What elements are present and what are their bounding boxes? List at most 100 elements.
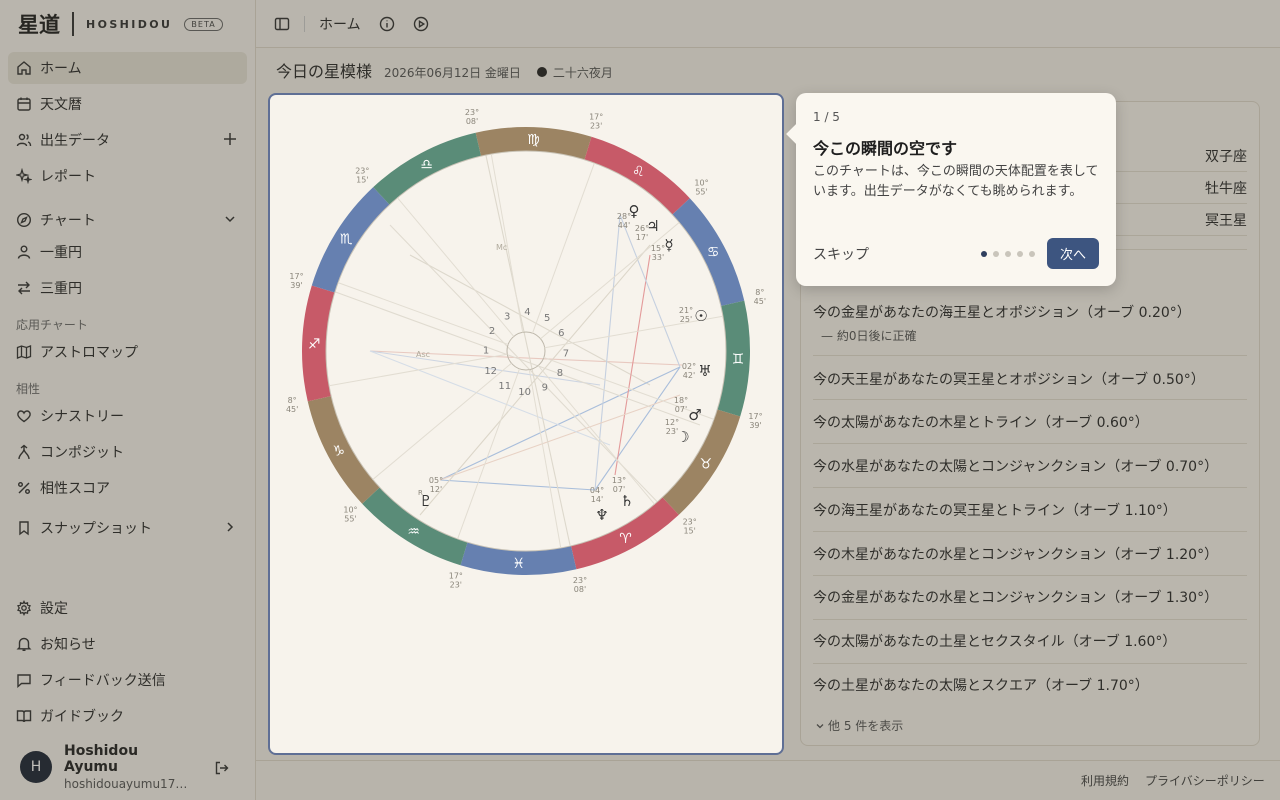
- aspect-row[interactable]: 今の太陽があなたの木星とトライン（オーブ 0.60°）: [813, 400, 1247, 444]
- compass-icon: [16, 212, 32, 228]
- natal-chart-wheel[interactable]: ♍♌♋♊♉♈♓♒♑♐♏♎23°08'17°23'10°55'8°45'17°39…: [270, 95, 782, 753]
- zodiac-glyph: ♓: [512, 556, 525, 572]
- sidebar-item-label: レポート: [40, 169, 96, 185]
- beta-badge: BETA: [184, 17, 223, 31]
- gear-icon: [16, 600, 32, 616]
- planet-degree: 18°: [674, 396, 688, 405]
- aspect-row[interactable]: 今の土星があなたの太陽とスクエア（オーブ 1.70°）: [813, 664, 1247, 708]
- chevron-down-icon[interactable]: [223, 212, 237, 226]
- sign-value: 牡牛座: [1205, 181, 1247, 197]
- aspect-line: [439, 479, 596, 491]
- planet-degree: 02°: [682, 362, 696, 371]
- show-more-button[interactable]: 他 5 件を表示: [815, 717, 903, 734]
- chevron-right-icon[interactable]: [223, 520, 237, 534]
- cusp-degree: 23°: [683, 518, 697, 527]
- sidebar-item-settings[interactable]: 設定: [8, 592, 247, 624]
- sidebar-item-guidebook[interactable]: ガイドブック: [8, 700, 247, 732]
- house-number: 12: [484, 366, 497, 377]
- aspect-row[interactable]: 今の天王星があなたの冥王星とオポジション（オーブ 0.50°）: [813, 356, 1247, 400]
- terms-link[interactable]: 利用規約: [1081, 772, 1129, 789]
- aspect-text: 今の金星があなたの水星とコンジャンクション（オーブ 1.30°）: [813, 590, 1219, 606]
- sidebar-item-feedback[interactable]: フィードバック送信: [8, 664, 247, 696]
- house-number: 3: [504, 312, 510, 323]
- tour-dot: [993, 251, 999, 257]
- home-icon: [16, 60, 32, 76]
- aspect-text: 今の木星があなたの水星とコンジャンクション（オーブ 1.20°）: [813, 547, 1219, 563]
- sidebar-item-composite[interactable]: コンポジット: [8, 436, 247, 468]
- planet-minute: 23': [666, 427, 678, 436]
- aspect-text: 今の金星があなたの海王星とオポジション（オーブ 0.20°）: [813, 305, 1191, 321]
- sidebar-item-snapshot[interactable]: スナップショット: [8, 512, 247, 544]
- aspect-text: 今の海王星があなたの冥王星とトライン（オーブ 1.10°）: [813, 503, 1177, 519]
- zodiac-glyph: ♉: [700, 456, 713, 472]
- sidebar-item-chart[interactable]: チャート: [8, 204, 247, 236]
- sidebar-item-triple-chart[interactable]: 三重円: [8, 272, 247, 304]
- aspect-text: 今の太陽があなたの土星とセクスタイル（オーブ 1.60°）: [813, 634, 1177, 650]
- sidebar-item-label: ホーム: [40, 61, 82, 77]
- sidebar-item-ephemeris[interactable]: 天文暦: [8, 88, 247, 120]
- sidebar-item-label: 出生データ: [40, 133, 110, 149]
- bookmark-icon: [16, 520, 32, 536]
- info-icon[interactable]: [379, 16, 395, 32]
- page-date: 2026年06月12日 金曜日: [384, 66, 521, 80]
- planet-degree: 26°: [635, 224, 649, 233]
- tour-body: このチャートは、今この瞬間の天体配置を表しています。出生データがなくても眺められ…: [813, 164, 1099, 199]
- inner-ring: [325, 150, 727, 552]
- planet-degree: 15°: [651, 244, 665, 253]
- page-header: 今日の星模様 2026年06月12日 金曜日 二十六夜月: [276, 58, 613, 82]
- planet-moon-glyph: ☽: [676, 428, 689, 446]
- show-more-label: 他 5 件を表示: [828, 719, 904, 733]
- aspect-row[interactable]: 今の海王星があなたの冥王星とトライン（オーブ 1.10°）: [813, 488, 1247, 532]
- sidebar-item-label: 天文暦: [40, 97, 82, 113]
- cusp-degree: 17°: [589, 112, 603, 121]
- tour-skip-button[interactable]: スキップ: [813, 244, 869, 264]
- sidebar-item-label: 設定: [40, 601, 68, 617]
- planet-minute: 25': [680, 315, 692, 324]
- chart-panel[interactable]: ♍ ♌ ♋ ♊ ♉ ♈ ♓ ♒ ♑ ♐ ♏ ♎ 23° 08' 17° 23' 10° 55' 8° 45' 17° 39…: [268, 93, 784, 755]
- aspect-row[interactable]: 今の水星があなたの太陽とコンジャンクション（オーブ 0.70°）: [813, 444, 1247, 488]
- zodiac-glyph: ♍: [527, 132, 540, 148]
- sidebar-item-single-chart[interactable]: 一重円: [8, 236, 247, 268]
- aspect-row[interactable]: 今の木星があなたの水星とコンジャンクション（オーブ 1.20°）: [813, 532, 1247, 576]
- sidebar-item-birth-data[interactable]: 出生データ: [8, 124, 247, 156]
- aspect-row[interactable]: 今の太陽があなたの土星とセクスタイル（オーブ 1.60°）: [813, 620, 1247, 664]
- zodiac-glyph: ♌: [632, 164, 645, 180]
- tour-arrow: [786, 124, 806, 144]
- cusp-degree: 10°: [343, 506, 357, 515]
- house-number: 1: [483, 346, 489, 357]
- sidebar-item-synastry[interactable]: シナストリー: [8, 400, 247, 432]
- planet-minute: 12': [430, 485, 442, 494]
- house-number: 10: [518, 387, 531, 398]
- planet-degree: 13°: [612, 476, 626, 485]
- sidebar-item-compat-score[interactable]: 相性スコア: [8, 472, 247, 504]
- cusp-minute: 08': [574, 585, 586, 594]
- sidebar-item-label: コンポジット: [40, 445, 124, 461]
- center-circle: [506, 331, 546, 371]
- planet-minute: 07': [613, 485, 625, 494]
- play-icon[interactable]: [413, 16, 429, 32]
- user-icon: [16, 244, 32, 260]
- tour-next-button[interactable]: 次へ: [1047, 238, 1099, 269]
- topbar: ホーム: [256, 0, 1280, 48]
- cusp-minute: 55': [695, 187, 707, 196]
- house-number: 6: [558, 328, 564, 339]
- house-cusp-line: [457, 368, 520, 540]
- tour-title: 今この瞬間の空です: [813, 139, 958, 158]
- sidebar-item-astromap[interactable]: アストロマップ: [8, 336, 247, 368]
- sidebar-item-notifications[interactable]: お知らせ: [8, 628, 247, 660]
- cusp-minute: 15': [683, 527, 695, 536]
- logout-icon[interactable]: [214, 760, 230, 776]
- zodiac-glyph: ♎: [420, 157, 433, 173]
- add-birth-data-button[interactable]: [223, 132, 237, 146]
- brand-logo[interactable]: 星道 HOSHIDOU BETA: [0, 0, 255, 48]
- sidebar-item-label: 一重円: [40, 245, 82, 261]
- user-profile[interactable]: H Hoshidou Ayumu hoshidouayumu1781...: [0, 734, 256, 800]
- sidebar-toggle-icon[interactable]: [274, 16, 290, 32]
- aspect-row[interactable]: 今の金星があなたの水星とコンジャンクション（オーブ 1.30°）: [813, 576, 1247, 620]
- sidebar-item-home[interactable]: ホーム: [8, 52, 247, 84]
- cusp-minute: 23': [450, 581, 462, 590]
- sidebar-item-report[interactable]: レポート: [8, 160, 247, 192]
- section-applied-charts: 応用チャート: [16, 318, 88, 332]
- aspect-row[interactable]: 今の金星があなたの海王星とオポジション（オーブ 0.20°） — 約0日後に正確: [813, 292, 1247, 356]
- privacy-link[interactable]: プライバシーポリシー: [1145, 772, 1265, 789]
